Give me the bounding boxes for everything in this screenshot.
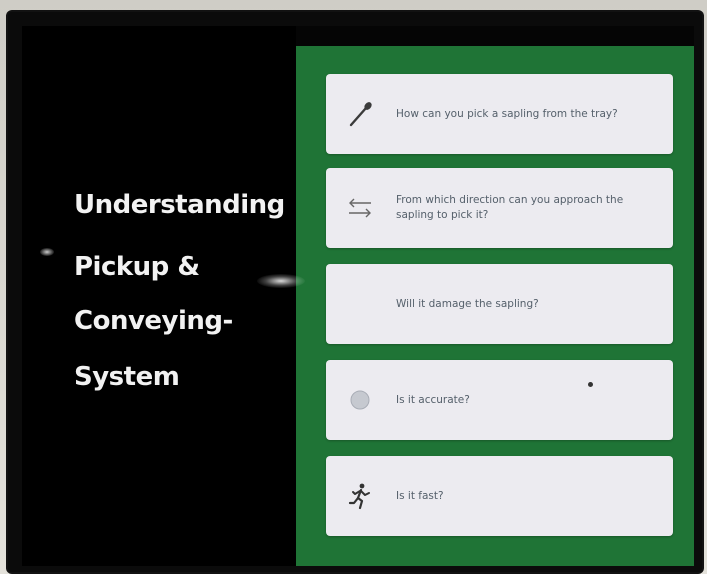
monitor-bezel: Understanding Pickup & Conveying- System… [8, 12, 702, 572]
slide-title-line-2: Pickup & [74, 252, 200, 282]
screen-speck [588, 382, 593, 387]
question-text: How can you pick a sapling from the tray… [396, 107, 618, 120]
pencil-icon [342, 96, 378, 132]
question-card-damage: Will it damage the sapling? [326, 264, 673, 344]
arrows-left-right-icon [342, 190, 378, 226]
photo-frame: Understanding Pickup & Conveying- System… [0, 0, 707, 574]
slide-title-line-1: Understanding [74, 190, 285, 220]
question-text: Is it fast? [396, 489, 444, 502]
screen-glare [257, 274, 305, 288]
title-panel: Understanding Pickup & Conveying- System [22, 26, 296, 566]
question-card-pick: How can you pick a sapling from the tray… [326, 74, 673, 154]
question-text: Is it accurate? [396, 393, 470, 406]
circle-icon [342, 382, 378, 418]
running-person-icon [342, 478, 378, 514]
slide-title-line-4: System [74, 362, 180, 392]
question-card-accuracy: Is it accurate? [326, 360, 673, 440]
question-card-direction: From which direction can you approach th… [326, 168, 673, 248]
question-text: Will it damage the sapling? [396, 297, 539, 310]
slide-screen: Understanding Pickup & Conveying- System… [22, 26, 694, 566]
question-card-speed: Is it fast? [326, 456, 673, 536]
screen-glare-small [40, 248, 54, 256]
slide-title-line-3: Conveying- [74, 306, 233, 336]
question-text: From which direction can you approach th… [396, 194, 624, 221]
questions-panel: How can you pick a sapling from the tray… [296, 46, 694, 566]
